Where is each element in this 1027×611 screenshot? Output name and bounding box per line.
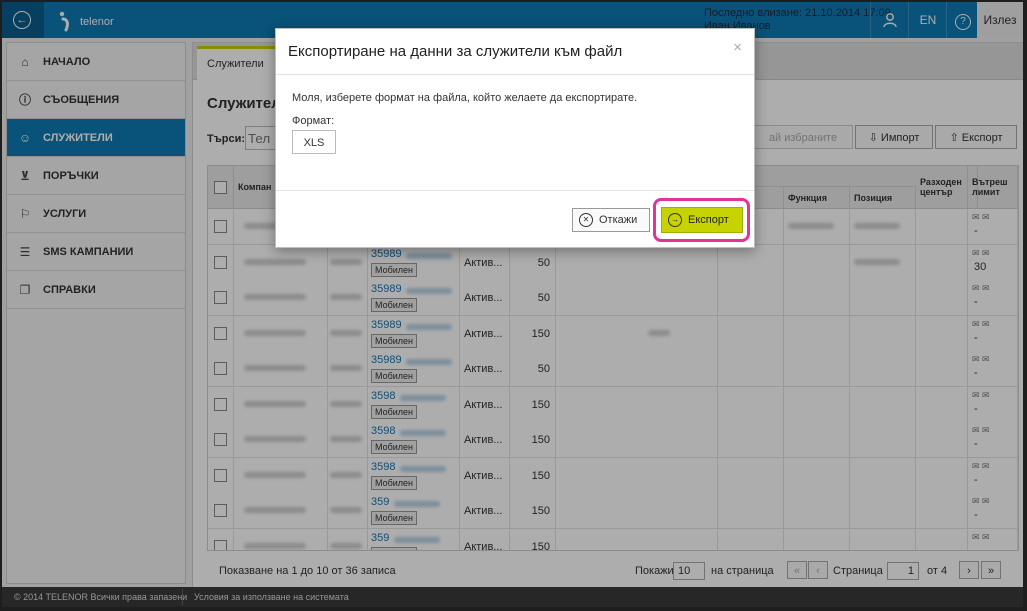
dialog-footer: ✕ Откажи → Експорт [276, 190, 754, 248]
confirm-export-label: Експорт [688, 214, 729, 226]
cancel-button[interactable]: ✕ Откажи [572, 208, 650, 232]
arrow-right-circle-icon: → [668, 213, 682, 228]
dialog-message: Моля, изберете формат на файла, който же… [292, 92, 638, 104]
dialog-title: Експортиране на данни за служители към ф… [288, 43, 623, 60]
close-circle-icon: ✕ [579, 213, 593, 228]
format-label: Формат: [292, 115, 335, 127]
format-select[interactable]: XLS [292, 130, 336, 154]
confirm-export-button[interactable]: → Експорт [661, 207, 743, 233]
close-icon[interactable]: × [733, 39, 742, 56]
export-button-highlight: → Експорт [653, 198, 750, 242]
dialog-header: Експортиране на данни за служители към ф… [276, 29, 754, 75]
export-dialog: Експортиране на данни за служители към ф… [275, 28, 755, 248]
app-window: ← telenor Последно влизане: 21.10.2014 1… [2, 2, 1023, 607]
cancel-label: Откажи [599, 214, 638, 226]
